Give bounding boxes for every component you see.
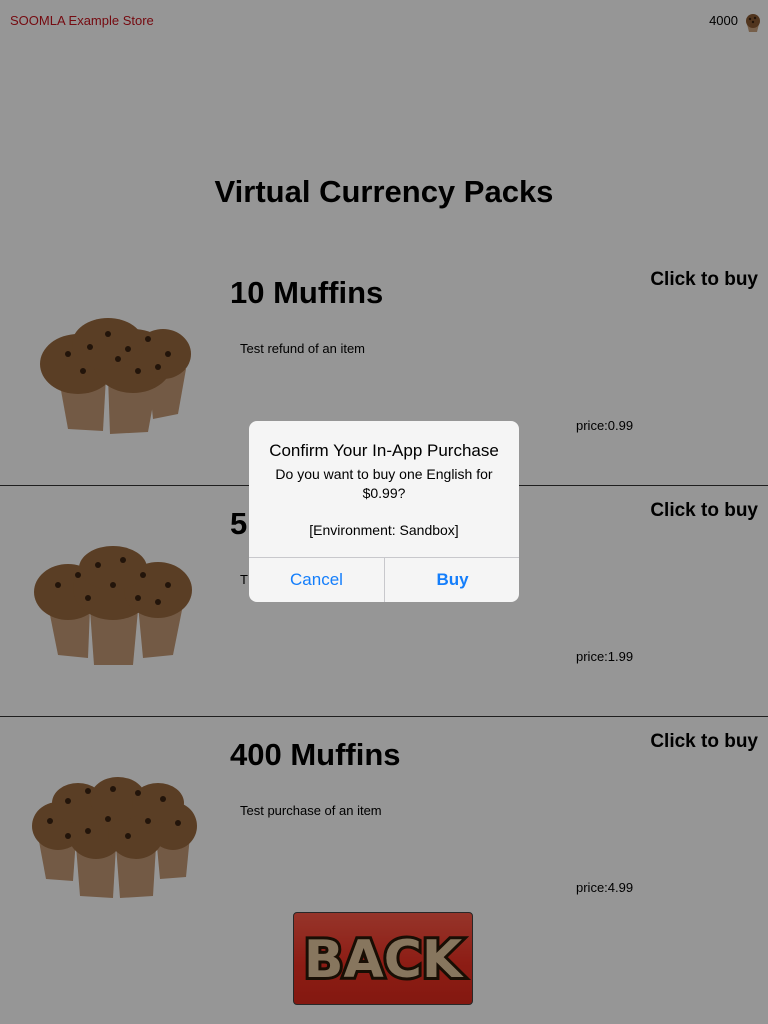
- buy-button[interactable]: Buy: [385, 558, 519, 602]
- dialog-title: Confirm Your In-App Purchase: [269, 441, 499, 460]
- purchase-confirm-dialog: Confirm Your In-App Purchase Do you want…: [249, 421, 519, 602]
- cancel-button[interactable]: Cancel: [249, 558, 384, 602]
- dialog-environment: [Environment: Sandbox]: [309, 522, 459, 538]
- dialog-message: Do you want to buy one English for $0.99…: [275, 466, 493, 501]
